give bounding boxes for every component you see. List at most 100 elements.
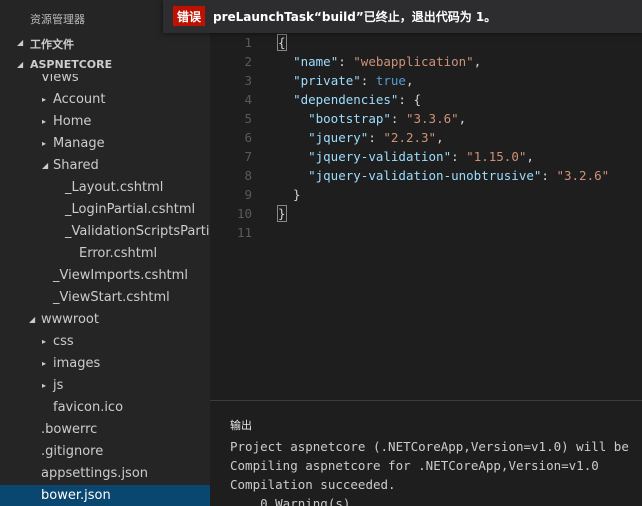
line-number: 2 — [244, 54, 252, 69]
code-line: 8 "jquery-validation-unobtrusive": "3.2.… — [210, 168, 642, 187]
code-editor[interactable]: 1{2 "name": "webapplication", 3 "private"… — [210, 0, 642, 400]
tree-item[interactable]: ▸ js — [0, 375, 210, 397]
code-text: "bootstrap": "3.3.6", — [278, 111, 466, 126]
section-project[interactable]: ◢ ASPNETCORE — [0, 55, 210, 75]
tree-item[interactable]: _ValidationScriptsPartial... — [0, 221, 210, 243]
tree-item[interactable]: ◢ Shared — [0, 155, 210, 177]
code-token: , — [405, 73, 414, 88]
code-line: 4 "dependencies": { — [210, 92, 642, 111]
tree-item-label: .gitignore — [41, 444, 104, 459]
error-badge: 错误 — [173, 6, 206, 26]
code-line: 7 "jquery-validation": "1.15.0", — [210, 149, 642, 168]
chevron-right-icon[interactable]: ▸ — [42, 337, 46, 346]
code-token: : — [368, 130, 384, 145]
code-line: 11 — [210, 225, 642, 244]
line-number: 8 — [244, 168, 252, 183]
code-token: : — [338, 54, 354, 69]
tree-item[interactable]: .bowerrc — [0, 419, 210, 441]
line-number: 11 — [236, 225, 252, 240]
tree-item-label: _LoginPartial.cshtml — [65, 202, 196, 217]
tree-item[interactable]: _ViewImports.cshtml — [0, 265, 210, 287]
tree-item-label: .bowerrc — [41, 422, 98, 437]
tree-item-label: bower.json — [41, 488, 111, 503]
line-number: 1 — [244, 35, 252, 50]
output-line: Project aspnetcore (.NETCoreApp,Version=… — [230, 439, 629, 454]
tree-item[interactable]: ▸ Home — [0, 111, 210, 133]
tree-item[interactable]: appsettings.json — [0, 463, 210, 485]
tree-item[interactable]: Views — [0, 74, 210, 89]
tree-item-label: _ViewImports.cshtml — [53, 268, 188, 283]
code-token: , — [458, 111, 467, 126]
tree-item-label: js — [53, 378, 64, 393]
section-working-files[interactable]: ◢ 工作文件 — [0, 33, 210, 53]
code-token: : — [360, 73, 376, 88]
tree-item-label: Shared — [53, 158, 99, 173]
tree-item[interactable]: _ViewStart.cshtml — [0, 287, 210, 309]
chevron-right-icon[interactable]: ▸ — [42, 95, 46, 104]
code-line: 3 "private": true, — [210, 73, 642, 92]
code-token: } — [277, 205, 287, 222]
section-working-files-label: 工作文件 — [30, 38, 74, 51]
file-tree: Views ▸ Account ▸ Home ▸ Manage ◢ Shared _Layout.… — [0, 74, 210, 506]
tree-item[interactable]: ▸ css — [0, 331, 210, 353]
explorer-sidebar: 资源管理器 ◢ 工作文件 ◢ ASPNETCORE Views ▸ Account ▸… — [0, 0, 210, 506]
tree-item[interactable]: .gitignore — [0, 441, 210, 463]
tree-item-label: appsettings.json — [41, 466, 149, 481]
code-token: , — [526, 149, 534, 164]
tree-item-label: Manage — [53, 136, 105, 151]
tree-item[interactable]: _Layout.cshtml — [0, 177, 210, 199]
line-number: 9 — [244, 187, 252, 202]
code-token: : { — [398, 92, 421, 107]
error-message: preLaunchTask“build”已终止，退出代码为 1。 — [213, 10, 497, 24]
code-line: 1{ — [210, 34, 642, 54]
code-token: , — [436, 130, 444, 145]
code-text: } — [278, 187, 301, 202]
code-token: "dependencies" — [293, 92, 399, 107]
tree-item[interactable]: bower.json — [0, 485, 210, 506]
tree-item[interactable]: ▸ Manage — [0, 133, 210, 155]
code-token: : — [541, 168, 557, 183]
code-token: "name" — [293, 54, 339, 69]
code-token: "bootstrap" — [308, 111, 391, 126]
output-line: 0 Warning(s) — [230, 496, 351, 506]
tree-item[interactable]: ◢ wwwroot — [0, 309, 210, 331]
code-token: "jquery-validation-unobtrusive" — [308, 168, 542, 183]
code-token: "3.2.6" — [556, 168, 610, 183]
tree-item-label: _Layout.cshtml — [65, 180, 164, 195]
tree-item[interactable]: ▸ Account — [0, 89, 210, 111]
chevron-right-icon[interactable]: ▸ — [42, 381, 46, 390]
error-notification[interactable]: 错误 preLaunchTask“build”已终止，退出代码为 1。 — [163, 0, 642, 33]
code-line: 5 "bootstrap": "3.3.6", — [210, 111, 642, 130]
chevron-down-icon[interactable]: ◢ — [29, 315, 35, 324]
chevron-down-icon[interactable]: ◢ — [42, 161, 48, 170]
tree-item-label: images — [53, 356, 101, 371]
code-token: "2.2.3" — [383, 130, 437, 145]
output-panel-title[interactable]: 输出 — [230, 417, 252, 433]
explorer-title: 资源管理器 — [30, 13, 85, 26]
chevron-right-icon[interactable]: ▸ — [42, 359, 46, 368]
tree-item[interactable]: Error.cshtml — [0, 243, 210, 265]
code-text: "jquery-validation-unobtrusive": "3.2.6" — [278, 168, 609, 183]
tree-item-label: Home — [53, 114, 92, 129]
line-number: 3 — [244, 73, 252, 88]
tree-item[interactable]: favicon.ico — [0, 397, 210, 419]
code-token: "private" — [293, 73, 361, 88]
code-token: true — [375, 73, 406, 88]
code-line: 6 "jquery": "2.2.3", — [210, 130, 642, 149]
tree-item-label: _ViewStart.cshtml — [53, 290, 170, 305]
tree-item[interactable]: ▸ images — [0, 353, 210, 375]
tree-item[interactable]: _LoginPartial.cshtml — [0, 199, 210, 221]
chevron-right-icon[interactable]: ▸ — [42, 139, 46, 148]
chevron-right-icon[interactable]: ▸ — [42, 117, 46, 126]
code-token: "3.3.6" — [405, 111, 459, 126]
chevron-down-icon: ◢ — [17, 60, 24, 69]
code-text: "dependencies": { — [278, 92, 421, 107]
code-token: "jquery" — [308, 130, 369, 145]
code-text: "name": "webapplication", — [278, 54, 481, 69]
